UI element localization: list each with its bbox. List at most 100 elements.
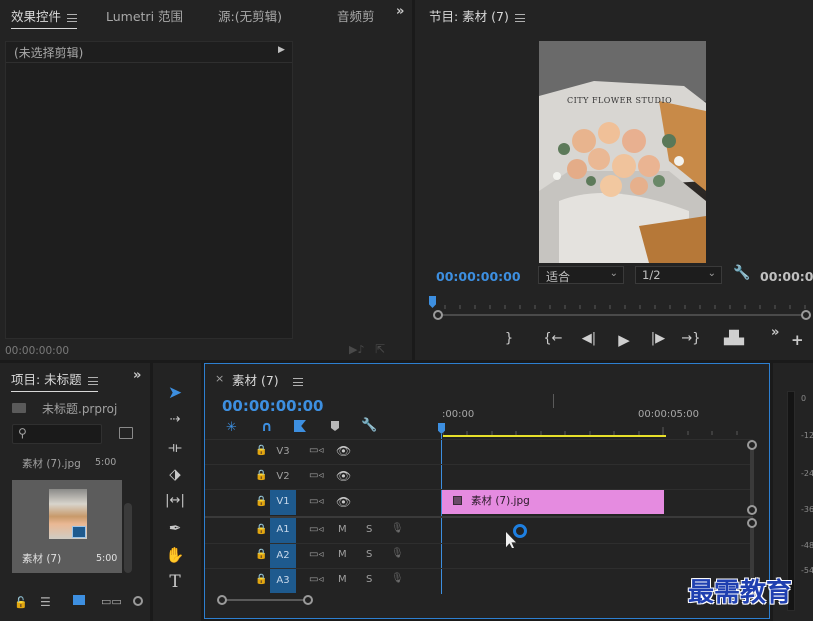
mute-button[interactable]: M — [338, 549, 347, 560]
menu-icon[interactable] — [67, 13, 78, 22]
meter-label: -48 — [801, 541, 813, 550]
add-marker-icon[interactable] — [331, 421, 339, 431]
sync-lock-icon[interactable]: ▭◃ — [309, 524, 323, 535]
program-video-frame[interactable]: CITY FLOWER STUDIO — [539, 41, 706, 263]
timeline-horizontal-scrollbar[interactable] — [217, 594, 313, 606]
fit-select[interactable]: 适合 ⌄ — [538, 266, 624, 284]
panel-overflow-icon[interactable]: » — [396, 4, 404, 19]
track-target-a3[interactable]: A3 — [270, 569, 296, 593]
timeline-clip[interactable]: 素材 (7).jpg — [442, 490, 664, 514]
no-clip-area: (未选择剪辑) ▶ — [5, 41, 293, 339]
menu-icon[interactable] — [87, 376, 98, 385]
meter-label: -24 — [801, 469, 813, 478]
bouquet-image — [539, 41, 706, 263]
ripple-edit-tool-icon[interactable]: ⟛ — [162, 436, 188, 458]
video-tracks-scrollbar[interactable] — [747, 440, 757, 515]
selection-tool-icon[interactable]: ➤ — [162, 382, 188, 404]
sync-lock-icon[interactable]: ▭◃ — [309, 445, 323, 456]
microphone-icon[interactable]: 🎙 — [391, 573, 404, 584]
panel-overflow-icon[interactable]: » — [133, 368, 141, 383]
menu-icon[interactable] — [514, 13, 525, 22]
clip-name: 素材 (7).jpg — [471, 495, 530, 507]
timeline-sequence-title[interactable]: 素材 (7) — [232, 370, 303, 389]
tab-effect-controls[interactable]: 效果控件 — [11, 6, 78, 29]
zoom-slider-icon[interactable] — [133, 596, 143, 606]
track-lock-icon[interactable]: 🔒 — [255, 496, 267, 507]
sync-lock-icon[interactable]: ▭◃ — [309, 574, 323, 585]
timeline-playhead-line — [441, 434, 442, 594]
track-lock-icon[interactable]: 🔒 — [255, 470, 267, 481]
pen-tool-icon[interactable]: ✒ — [162, 517, 188, 539]
work-area-bar[interactable] — [443, 435, 666, 437]
timeline-ruler-ticks[interactable] — [442, 424, 748, 435]
slip-tool-icon[interactable]: |↔| — [162, 490, 188, 512]
timeline-settings-wrench-icon[interactable]: 🔧 — [361, 418, 377, 433]
eye-icon[interactable]: 👁 — [336, 495, 351, 509]
track-lock-icon[interactable]: 🔒 — [255, 445, 267, 456]
timeline-timecode[interactable]: 00:00:00:00 — [222, 397, 324, 415]
snap-icon[interactable]: ∩ — [261, 419, 272, 435]
zoom-scrollbar[interactable] — [433, 310, 811, 320]
go-to-out-icon[interactable]: →} — [681, 331, 701, 346]
track-target-a1[interactable]: A1 — [270, 518, 296, 543]
panel-overflow-icon[interactable]: » — [771, 325, 779, 340]
play-icon[interactable]: ▶ — [614, 331, 634, 349]
mute-button[interactable]: M — [338, 574, 347, 585]
program-ruler[interactable] — [433, 298, 813, 309]
lock-icon[interactable]: 🔓 — [14, 596, 28, 609]
project-scrollbar[interactable] — [124, 503, 132, 573]
linked-selection-icon[interactable] — [294, 420, 306, 432]
sync-lock-icon[interactable]: ▭◃ — [309, 470, 323, 481]
type-tool-icon[interactable]: T — [162, 571, 188, 593]
nest-icon[interactable]: ✳ — [226, 420, 237, 435]
menu-icon[interactable] — [292, 377, 303, 386]
project-panel-title[interactable]: 项目: 未标题 — [11, 369, 98, 392]
track-lock-icon[interactable]: 🔒 — [255, 574, 267, 585]
expand-arrow-icon[interactable]: ▶ — [278, 45, 285, 55]
resolution-select[interactable]: 1/2 ⌄ — [635, 266, 722, 284]
search-input[interactable]: ⚲ — [12, 424, 102, 444]
project-item-card[interactable]: 素材 (7) 5:00 — [12, 480, 122, 573]
track-target-v2[interactable]: V2 — [270, 465, 296, 489]
freeform-view-icon[interactable]: ▭▭ — [101, 595, 122, 608]
wrench-icon[interactable]: 🔧 — [733, 265, 750, 281]
program-timecode[interactable]: 00:00:00:00 — [436, 269, 521, 284]
tab-source[interactable]: 源:(无剪辑) — [218, 6, 282, 25]
project-item-top-name: 素材 (7).jpg — [22, 458, 81, 470]
mute-button[interactable]: M — [338, 524, 347, 535]
eye-icon[interactable]: 👁 — [336, 469, 351, 483]
microphone-icon[interactable]: 🎙 — [391, 523, 404, 534]
step-back-icon[interactable]: ◀| — [579, 331, 599, 346]
eye-icon[interactable]: 👁 — [336, 444, 351, 458]
track-target-v3[interactable]: V3 — [270, 440, 296, 464]
audio-icon[interactable]: ▶♪ — [349, 343, 364, 356]
new-bin-icon[interactable] — [119, 427, 133, 439]
track-target-v1[interactable]: V1 — [270, 490, 296, 515]
tab-audio-mixer[interactable]: 音频剪 — [337, 6, 375, 25]
sync-lock-icon[interactable]: ▭◃ — [309, 549, 323, 560]
mark-out-icon[interactable]: } — [499, 331, 519, 346]
sync-lock-icon[interactable]: ▭◃ — [309, 496, 323, 507]
chevron-down-icon: ⌄ — [609, 268, 618, 279]
icon-view-icon[interactable] — [73, 595, 85, 605]
razor-tool-icon[interactable]: ⬗ — [162, 463, 188, 485]
list-view-icon[interactable]: ☰ — [40, 595, 51, 609]
export-frame-icon[interactable]: ▟▙ — [724, 331, 744, 346]
track-select-tool-icon[interactable]: ⇢ — [162, 409, 188, 431]
export-icon[interactable]: ⇱ — [375, 342, 385, 356]
solo-button[interactable]: S — [366, 524, 372, 535]
solo-button[interactable]: S — [366, 549, 372, 560]
add-button-icon[interactable]: + — [791, 331, 804, 349]
step-forward-icon[interactable]: |▶ — [648, 331, 668, 346]
hand-tool-icon[interactable]: ✋ — [162, 544, 188, 566]
track-lock-icon[interactable]: 🔒 — [255, 549, 267, 560]
tools-panel: ➤ ⇢ ⟛ ⬗ |↔| ✒ ✋ T — [153, 363, 201, 621]
track-target-a2[interactable]: A2 — [270, 544, 296, 568]
solo-button[interactable]: S — [366, 574, 372, 585]
track-lock-icon[interactable]: 🔒 — [255, 524, 267, 535]
go-to-in-icon[interactable]: {← — [543, 331, 563, 346]
track-header-v1: 🔒 V1 ▭◃ 👁 — [205, 490, 441, 515]
close-icon[interactable]: × — [215, 372, 224, 385]
microphone-icon[interactable]: 🎙 — [391, 548, 404, 559]
tab-lumetri-scopes[interactable]: Lumetri 范围 — [106, 6, 183, 25]
